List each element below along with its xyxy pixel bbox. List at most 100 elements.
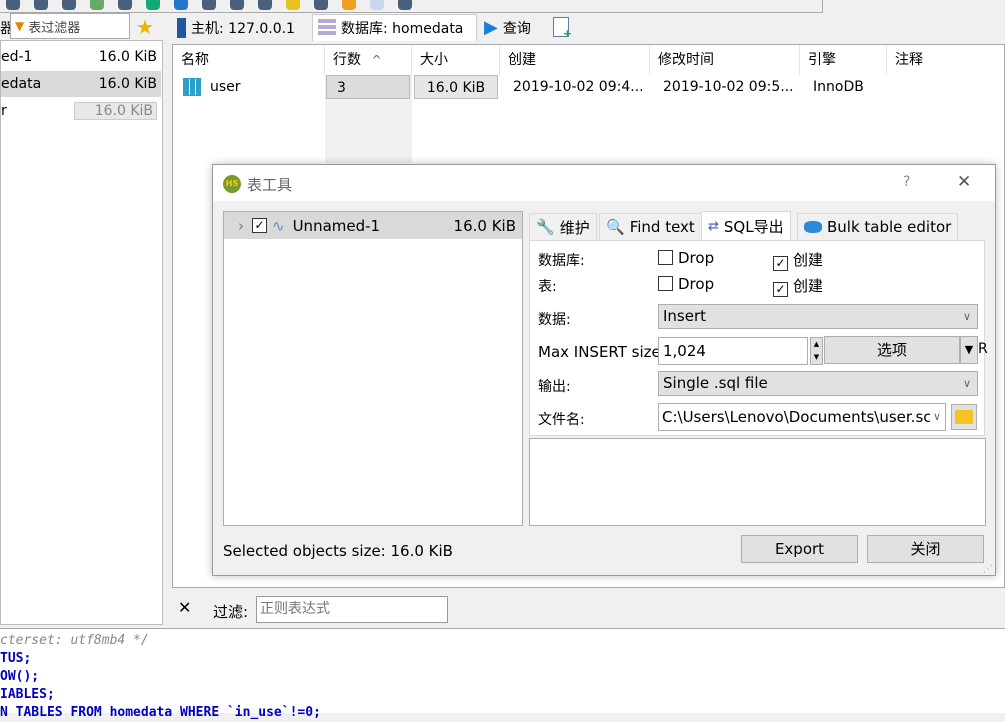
table-drop-checkbox[interactable]: Drop — [658, 275, 714, 293]
tab-query[interactable]: ▶ 查询 — [479, 14, 536, 41]
toolbar-icon[interactable] — [286, 0, 300, 10]
toolbar-icon[interactable] — [62, 0, 76, 10]
tree-node-checkbox[interactable]: ✓ — [252, 218, 267, 233]
tree-item-name: ed-1 — [1, 49, 33, 65]
toolbar-icon[interactable] — [34, 0, 48, 10]
tree-item-size: 16.0 KiB — [98, 76, 157, 92]
checkbox-label: 创建 — [793, 277, 824, 295]
table-tools-dialog: HS 表工具 ? ✕ › ✓ ∿ Unnamed-1 16.0 KiB 🔧 维护 … — [212, 164, 996, 576]
column-header-size[interactable]: 大小 — [412, 45, 500, 75]
column-header-modified[interactable]: 修改时间 — [650, 45, 800, 75]
cell-rows: 3 — [326, 75, 410, 99]
chevron-down-icon: ∨ — [962, 377, 971, 390]
data-mode-select[interactable]: Insert ∨ — [658, 304, 978, 329]
tab-host[interactable]: 主机: 127.0.0.1 — [172, 14, 310, 41]
sql-log-line: cterset: utf8mb4 */ — [0, 633, 149, 648]
tree-item[interactable]: edata 16.0 KiB — [1, 71, 161, 97]
column-header-created[interactable]: 创建 — [500, 45, 650, 75]
tree-item[interactable]: ed-1 16.0 KiB — [1, 44, 161, 70]
tab-label: 主机: 127.0.0.1 — [191, 20, 295, 37]
column-header-name[interactable]: 名称 — [173, 45, 325, 75]
filter-input[interactable]: 正则表达式 — [256, 596, 448, 623]
tab-sql-export[interactable]: ⇄ SQL导出 — [701, 211, 791, 241]
table-create-checkbox[interactable]: ✓ 创建 — [773, 275, 823, 297]
tab-find-text[interactable]: 🔍 Find text — [599, 213, 702, 240]
cell-name: user — [210, 79, 241, 95]
close-button[interactable]: 关闭 — [867, 535, 984, 563]
layers-icon — [804, 221, 822, 233]
max-insert-spinner[interactable]: ▲ ▼ — [810, 337, 823, 365]
filter-placeholder: 表过滤器 — [28, 20, 81, 36]
database-drop-checkbox[interactable]: Drop — [658, 249, 714, 267]
tree-node-size: 16.0 KiB — [453, 216, 516, 235]
database-icon — [318, 19, 336, 37]
object-tree: › ✓ ∿ Unnamed-1 16.0 KiB — [223, 211, 523, 526]
export-button[interactable]: Export — [741, 535, 858, 563]
browse-folder-button[interactable] — [951, 404, 977, 430]
tree-item-size: 16.0 KiB — [73, 102, 157, 120]
tree-item[interactable]: r 16.0 KiB — [1, 98, 161, 124]
dialog-title-bar: HS 表工具 ? ✕ — [213, 165, 995, 201]
tab-label: Find text — [629, 218, 695, 236]
max-insert-label: Max INSERT size: — [538, 343, 666, 361]
toolbar-icon[interactable] — [202, 0, 216, 10]
toolbar-icon[interactable] — [230, 0, 244, 10]
clear-filter-icon[interactable]: ✕ — [178, 598, 191, 617]
column-header-engine[interactable]: 引擎 — [800, 45, 887, 75]
result-textarea[interactable] — [529, 438, 986, 526]
tree-item-name: r — [1, 103, 7, 119]
table-icon — [183, 78, 201, 96]
cell-engine: InnoDB — [813, 79, 864, 95]
magnifier-icon: 🔍 — [606, 218, 625, 236]
sort-ascending-icon: ^ — [371, 53, 382, 67]
tab-label: 数据库: homedata — [341, 21, 464, 37]
checkbox-box: ✓ — [773, 282, 788, 297]
chevron-down-icon: ∨ — [962, 310, 971, 323]
tab-maintenance[interactable]: 🔧 维护 — [529, 213, 597, 240]
sql-log[interactable]: cterset: utf8mb4 */ TUS; OW(); IABLES; N… — [0, 628, 1005, 720]
toolbar-icon[interactable] — [6, 0, 20, 10]
options-dropdown-icon[interactable]: ▼ — [960, 336, 978, 364]
toolbar-icon[interactable] — [342, 0, 356, 10]
filename-value: C:\Users\Lenovo\Documents\user.sc — [662, 408, 932, 426]
toolbar-icon[interactable] — [174, 0, 188, 10]
options-extra-label: R — [978, 341, 988, 357]
column-header-rows[interactable]: 行数 ^ — [325, 45, 412, 75]
toolbar-icon[interactable] — [258, 0, 272, 10]
resize-grip-icon[interactable]: ⋰ — [983, 564, 993, 575]
new-query-tab-icon[interactable]: + — [553, 17, 572, 40]
filename-input[interactable]: C:\Users\Lenovo\Documents\user.sc ∨ — [658, 403, 946, 431]
toolbar-icon[interactable] — [118, 0, 132, 10]
select-value: Insert — [663, 307, 707, 325]
max-insert-input[interactable]: 1,024 — [658, 337, 808, 365]
tab-label: 维护 — [559, 218, 590, 237]
column-header-comment[interactable]: 注释 — [887, 45, 1005, 75]
checkbox-label: Drop — [678, 249, 715, 267]
table-filter-input[interactable]: ▼ 表过滤器 — [10, 13, 130, 39]
options-button[interactable]: 选项 — [824, 336, 960, 364]
tool-tabs: 🔧 维护 🔍 Find text ⇄ SQL导出 Bulk table editor — [529, 211, 969, 241]
expand-chevron-icon[interactable]: › — [238, 217, 244, 235]
toolbar-icon[interactable] — [314, 0, 328, 10]
database-create-checkbox[interactable]: ✓ 创建 — [773, 249, 823, 271]
tab-database[interactable]: 数据库: homedata — [312, 14, 477, 41]
toolbar-icon[interactable] — [398, 0, 412, 10]
selected-size-label: Selected objects size: 16.0 KiB — [223, 542, 453, 560]
column-header-label: 行数 — [333, 52, 361, 68]
checkbox-label: Drop — [678, 275, 715, 293]
star-icon[interactable]: ★ — [136, 15, 154, 39]
checkbox-box — [658, 276, 673, 291]
help-button[interactable]: ? — [903, 174, 910, 190]
output-select[interactable]: Single .sql file ∨ — [658, 371, 978, 396]
tree-item-name: edata — [1, 76, 42, 92]
tab-label: SQL导出 — [723, 218, 784, 236]
toolbar-icon[interactable] — [90, 0, 104, 10]
close-dialog-button[interactable]: ✕ — [957, 172, 971, 192]
tree-node[interactable]: › ✓ ∿ Unnamed-1 16.0 KiB — [224, 212, 522, 239]
export-arrows-icon: ⇄ — [708, 219, 719, 234]
toolbar-icon[interactable] — [146, 0, 160, 10]
toolbar-icon[interactable] — [370, 0, 384, 10]
tab-bulk-table-editor[interactable]: Bulk table editor — [797, 213, 959, 240]
cell-created: 2019-10-02 09:4... — [513, 79, 644, 95]
table-label: 表: — [538, 279, 557, 295]
